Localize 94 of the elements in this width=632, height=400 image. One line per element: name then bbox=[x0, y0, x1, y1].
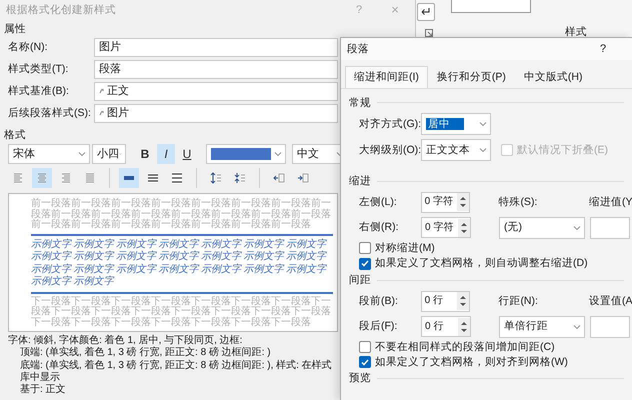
caret-icon[interactable] bbox=[573, 224, 581, 231]
caret-icon[interactable] bbox=[479, 121, 487, 128]
dialog-launcher-icon[interactable] bbox=[425, 28, 433, 37]
align-lines-icon bbox=[37, 173, 47, 184]
next-paragraph-text: 下一段落下一段落下一段落下一段落下一段落下一段落下一段落下一段落下一段落下一段落下一段落下一段落下一段落下一段落下一段落下一段落下一段落下一段落下一段落下一段落下一段落下一段落 bbox=[31, 296, 332, 328]
checkbox-label: 不要在相同样式的段落间增加间距(C) bbox=[375, 340, 555, 354]
tab[interactable]: 换行和分页(P) bbox=[428, 66, 515, 88]
tab[interactable]: 中文版式(H) bbox=[514, 66, 592, 88]
caret-icon[interactable] bbox=[479, 147, 487, 154]
checkbox-label: 如果定义了文档网格，则自动调整右缩进(D) bbox=[375, 257, 588, 270]
text-field[interactable]: 段落 bbox=[94, 60, 338, 79]
spin-arrows-icon[interactable] bbox=[457, 292, 470, 310]
caret-icon[interactable] bbox=[78, 151, 86, 158]
lines-icon bbox=[171, 173, 183, 184]
field-label: 后续段落样式(S): bbox=[8, 106, 92, 120]
section-heading: 属性 bbox=[3, 22, 27, 37]
dropdown[interactable]: 居中 bbox=[421, 113, 491, 136]
sample-text: 示例文字 示例文字 示例文字 示例文字 示例文字 示例文字 示例文字 bbox=[31, 251, 328, 264]
spacing-arrows-icon bbox=[234, 172, 246, 184]
style-mark-icon bbox=[99, 88, 104, 94]
align-center-button[interactable] bbox=[32, 168, 52, 188]
description-text: 顶端: (单实线, 着色 1, 3 磅 行宽, 距正文: 8 磅 边框间距: ) bbox=[19, 347, 272, 360]
text-field[interactable] bbox=[590, 316, 630, 338]
font-size-dropdown[interactable]: 小四 bbox=[92, 144, 126, 164]
lines-icon bbox=[147, 173, 159, 184]
caret-icon[interactable] bbox=[274, 151, 282, 158]
dropdown[interactable]: 正文文本 bbox=[421, 139, 491, 162]
field-label: 对齐方式(G): bbox=[359, 118, 421, 130]
checkbox-label: 对称缩进(M) bbox=[375, 242, 435, 254]
field-label: 样式类型(T): bbox=[8, 62, 70, 76]
previous-paragraph-text: 前一段落前一段落前一段落前一段落前一段落前一段落前一段落前一段落前一段落前一段落前一段落前一段落前一段落前一段落前一段落前一段落前一段落前一段落前一段落前一段落前一段落前一段落 bbox=[31, 199, 332, 231]
spacing-arrows-icon bbox=[210, 172, 222, 184]
checkbox-label: 如果定义了文档网格，则对齐到网格(W) bbox=[375, 356, 568, 369]
spin-field[interactable]: 0 字符 bbox=[420, 192, 470, 213]
bold-button[interactable]: B bbox=[136, 144, 154, 164]
section-heading: 间距 bbox=[349, 274, 371, 287]
text-field[interactable]: 图片 bbox=[94, 38, 338, 57]
checkbox[interactable] bbox=[359, 258, 371, 270]
field-label: 左侧(L): bbox=[359, 196, 398, 209]
style-mark-icon bbox=[99, 110, 104, 116]
return-arrow-icon bbox=[420, 7, 432, 17]
spin-field[interactable]: 0 行 bbox=[420, 290, 470, 312]
spin-arrows-icon[interactable] bbox=[457, 193, 470, 212]
description-text: 基于: 正文 bbox=[19, 384, 67, 396]
section-heading: 预览 bbox=[349, 372, 371, 384]
caret-icon[interactable] bbox=[573, 324, 581, 330]
section-heading: 格式 bbox=[3, 128, 27, 143]
dropdown[interactable]: (无) bbox=[499, 216, 585, 239]
field-label: 特殊(S): bbox=[498, 196, 538, 209]
description-text: 字体: 倾斜, 字体颜色: 着色 1, 居中, 与下段同页, 边框: bbox=[8, 335, 244, 346]
spin-arrows-icon[interactable] bbox=[458, 318, 470, 336]
font-dropdown[interactable]: 宋体 bbox=[8, 144, 90, 164]
field-label: 缩进值(Y bbox=[588, 196, 632, 209]
underline-button[interactable]: U bbox=[178, 144, 196, 164]
checkbox[interactable] bbox=[359, 242, 371, 254]
field-label: 段前(B): bbox=[359, 294, 399, 308]
sample-text: 示例文字 示例文字 示例文字 示例文字 示例文字 示例文字 示例文字 bbox=[31, 264, 328, 276]
field-label: 段后(F): bbox=[359, 320, 398, 333]
section-heading: 常规 bbox=[349, 96, 371, 110]
italic-button[interactable]: I bbox=[157, 144, 175, 164]
window-title: 根据格式化创建新样式 bbox=[5, 4, 116, 16]
sample-text: 示例文字 示例文字 bbox=[31, 276, 116, 289]
description-text: 底端: (单实线, 着色 1, 3 磅 行宽, 距正文: 8 磅 边框间距: ), 样式: 在样式库中显示 bbox=[19, 360, 333, 384]
text-field[interactable]: 正文 bbox=[94, 82, 338, 101]
text-field[interactable] bbox=[590, 216, 630, 239]
checkbox-label: 默认情况下折叠(E) bbox=[517, 144, 608, 156]
field-label: 名称(N): bbox=[8, 40, 48, 54]
checkbox[interactable] bbox=[359, 356, 371, 368]
indent-arrow-icon bbox=[297, 173, 309, 184]
window-title: 段落 bbox=[346, 42, 369, 56]
text-field[interactable]: 图片 bbox=[94, 104, 338, 123]
line-spacing-button[interactable] bbox=[119, 168, 139, 188]
help-button[interactable]: ? bbox=[596, 40, 610, 58]
field-label: 设置值(A bbox=[588, 294, 632, 308]
field-label: 大纲级别(O): bbox=[359, 144, 421, 156]
tab[interactable]: 缩进和间距(I) bbox=[345, 66, 428, 88]
field-label: 样式基准(B): bbox=[8, 84, 70, 98]
section-heading: 缩进 bbox=[349, 175, 371, 188]
indent-arrow-icon bbox=[273, 173, 285, 184]
spin-field[interactable]: 0 字符 bbox=[421, 217, 471, 238]
sample-text: 示例文字 示例文字 示例文字 示例文字 示例文字 示例文字 示例文字 bbox=[31, 238, 328, 250]
font-color-dropdown[interactable] bbox=[206, 144, 286, 164]
field-label: 行距(N): bbox=[498, 294, 539, 308]
selected-value: 居中 bbox=[426, 118, 464, 130]
align-lines-icon bbox=[13, 173, 23, 184]
checkbox[interactable] bbox=[359, 340, 371, 353]
spin-field[interactable]: 0 行 bbox=[421, 316, 471, 338]
ribbon-button[interactable] bbox=[417, 3, 435, 21]
align-lines-icon bbox=[61, 173, 71, 184]
dropdown[interactable]: 单倍行距 bbox=[499, 316, 585, 338]
align-lines-icon bbox=[85, 173, 95, 184]
field-label: 右侧(R): bbox=[359, 221, 400, 234]
spin-arrows-icon[interactable] bbox=[458, 218, 470, 237]
ribbon-group-label: 样式 bbox=[565, 26, 587, 39]
